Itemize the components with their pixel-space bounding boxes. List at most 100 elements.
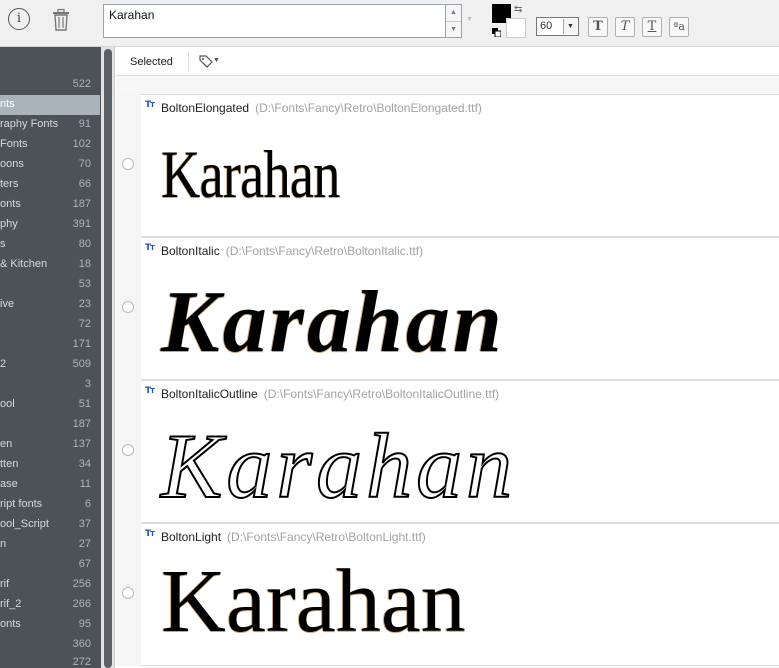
sidebar-item[interactable]: rif 256: [0, 575, 100, 595]
sidebar-item-count: 137: [72, 438, 91, 450]
sidebar-item-count: 23: [78, 298, 91, 310]
font-list-item[interactable]: TT BoltonLight (D:\Fonts\Fancy\Retro\Bolt…: [116, 523, 779, 666]
preview-text-scroller[interactable]: ▲ ▼: [446, 4, 462, 38]
sidebar-item[interactable]: & Kitchen 18: [0, 255, 100, 275]
font-preview-card[interactable]: TT BoltonElongated (D:\Fonts\Fancy\Retro\…: [141, 94, 779, 237]
sidebar-item-label: ase: [0, 478, 18, 490]
sidebar-item-count: 95: [78, 618, 91, 630]
row-select-gutter: [116, 237, 141, 380]
collections-sidebar: 522 nts raphy Fonts 91 Fonts 102 oons 70 te…: [0, 47, 101, 668]
font-list-item[interactable]: TT BoltonElongated (D:\Fonts\Fancy\Retro\…: [116, 94, 779, 237]
sidebar-item[interactable]: onts 187: [0, 195, 100, 215]
font-preview-card[interactable]: TT BoltonLight (D:\Fonts\Fancy\Retro\Bolt…: [141, 523, 779, 666]
scroll-up-icon[interactable]: ▲: [446, 5, 461, 22]
splitter-handle[interactable]: [104, 49, 112, 668]
sidebar-item[interactable]: phy 391: [0, 215, 100, 235]
info-icon: i: [16, 11, 22, 26]
font-path: (D:\Fonts\Fancy\Retro\BoltonLight.ttf): [227, 530, 426, 544]
sidebar-item[interactable]: ool 51: [0, 395, 100, 415]
sidebar-item[interactable]: oons 70: [0, 155, 100, 175]
sidebar-item[interactable]: Fonts 102: [0, 135, 100, 155]
preview-text-value: Karahan: [109, 8, 155, 22]
sidebar-item-count: 187: [72, 418, 91, 430]
sidebar-item[interactable]: ters 66: [0, 175, 100, 195]
toolbar: i Karahan ▲ ▼ ▼ ⇆ 60 ▼ T T T ªa: [0, 0, 779, 47]
font-title: BoltonItalicOutline (D:\Fonts\Fancy\Retro…: [161, 387, 499, 401]
font-path: (D:\Fonts\Fancy\Retro\BoltonItalic.ttf): [225, 244, 424, 258]
background-color-swatch[interactable]: [506, 18, 526, 38]
sidebar-item[interactable]: 72: [0, 315, 100, 335]
sidebar-item-label: rif: [0, 578, 10, 590]
sidebar-item-label: en: [0, 438, 13, 450]
sidebar-item[interactable]: 2 509: [0, 355, 100, 375]
font-sample: Karahan: [161, 274, 505, 371]
sidebar-item[interactable]: onts 95: [0, 615, 100, 635]
sidebar-item[interactable]: 522: [0, 75, 100, 95]
font-path: (D:\Fonts\Fancy\Retro\BoltonElongated.tt…: [255, 101, 482, 115]
sidebar-item[interactable]: ase 11: [0, 475, 100, 495]
sidebar-item-label: nts: [0, 98, 15, 110]
bold-style-button[interactable]: T: [588, 17, 608, 37]
sidebar-item[interactable]: ive 23: [0, 295, 100, 315]
tag-dropdown-icon[interactable]: ▼: [213, 57, 220, 64]
sidebar-item[interactable]: rif_2 266: [0, 595, 100, 615]
preview-history-dropdown-icon[interactable]: ▼: [466, 16, 473, 23]
truetype-icon: TT: [145, 100, 155, 110]
sidebar-item[interactable]: tten 34: [0, 455, 100, 475]
font-size-select[interactable]: 60 ▼: [536, 17, 579, 36]
select-radio[interactable]: [122, 301, 134, 313]
swap-colors-icon[interactable]: ⇆: [514, 4, 522, 15]
sidebar-item-count: 266: [72, 598, 91, 610]
selected-filter-button[interactable]: Selected: [130, 56, 173, 68]
underline-style-button[interactable]: T: [642, 17, 662, 37]
sidebar-item-count: 272: [72, 656, 91, 668]
sidebar-item[interactable]: en 137: [0, 435, 100, 455]
preview-text-input[interactable]: Karahan: [103, 4, 446, 38]
sidebar-item[interactable]: 3: [0, 375, 100, 395]
info-button[interactable]: i: [8, 8, 30, 30]
sidebar-item-count: 66: [78, 178, 91, 190]
sidebar-item-selected[interactable]: nts: [0, 95, 100, 115]
font-list-item[interactable]: TT BoltonItalic (D:\Fonts\Fancy\Retro\Bol…: [116, 237, 779, 380]
trash-icon: [53, 8, 69, 31]
select-radio[interactable]: [122, 444, 134, 456]
scroll-down-icon[interactable]: ▼: [446, 22, 461, 38]
select-radio[interactable]: [122, 587, 134, 599]
sidebar-item[interactable]: 53: [0, 275, 100, 295]
sidebar-item[interactable]: 171: [0, 335, 100, 355]
row-select-gutter: [116, 380, 141, 523]
row-select-gutter: [116, 523, 141, 666]
chevron-down-icon[interactable]: ▼: [563, 19, 577, 34]
list-top-spacer: [116, 76, 779, 94]
font-name: BoltonLight: [161, 530, 222, 544]
sidebar-item[interactable]: 67: [0, 555, 100, 575]
sidebar-item-label: ive: [0, 298, 15, 310]
sidebar-item[interactable]: 272: [0, 653, 100, 668]
font-sample: Karahan: [161, 552, 466, 651]
font-name: BoltonElongated: [161, 101, 250, 115]
sidebar-item-count: 72: [78, 318, 91, 330]
sidebar-item-label: raphy Fonts: [0, 118, 59, 130]
sidebar-item[interactable]: raphy Fonts 91: [0, 115, 100, 135]
sidebar-item-label: 2: [0, 358, 7, 370]
font-preview-card[interactable]: TT BoltonItalicOutline (D:\Fonts\Fancy\Re…: [141, 380, 779, 523]
italic-style-button[interactable]: T: [615, 17, 635, 37]
sidebar-item-label: phy: [0, 218, 18, 230]
case-style-button[interactable]: ªa: [669, 17, 689, 37]
font-preview-card[interactable]: TT BoltonItalic (D:\Fonts\Fancy\Retro\Bol…: [141, 237, 779, 380]
sidebar-item-label: Fonts: [0, 138, 28, 150]
delete-button[interactable]: [50, 8, 72, 32]
row-select-gutter: [116, 94, 141, 237]
reset-colors-icon[interactable]: [492, 28, 501, 37]
select-radio[interactable]: [122, 158, 134, 170]
font-list-item[interactable]: TT BoltonItalicOutline (D:\Fonts\Fancy\Re…: [116, 380, 779, 523]
sidebar-item[interactable]: ool_Script 37: [0, 515, 100, 535]
sidebar-item[interactable]: n 27: [0, 535, 100, 555]
sidebar-item-count: 509: [72, 358, 91, 370]
panel-splitter[interactable]: [101, 47, 115, 668]
sidebar-item[interactable]: 187: [0, 415, 100, 435]
sidebar-item[interactable]: 360: [0, 635, 100, 655]
sidebar-item[interactable]: ript fonts 6: [0, 495, 100, 515]
sidebar-item[interactable]: s 80: [0, 235, 100, 255]
sidebar-item-count: 80: [78, 238, 91, 250]
